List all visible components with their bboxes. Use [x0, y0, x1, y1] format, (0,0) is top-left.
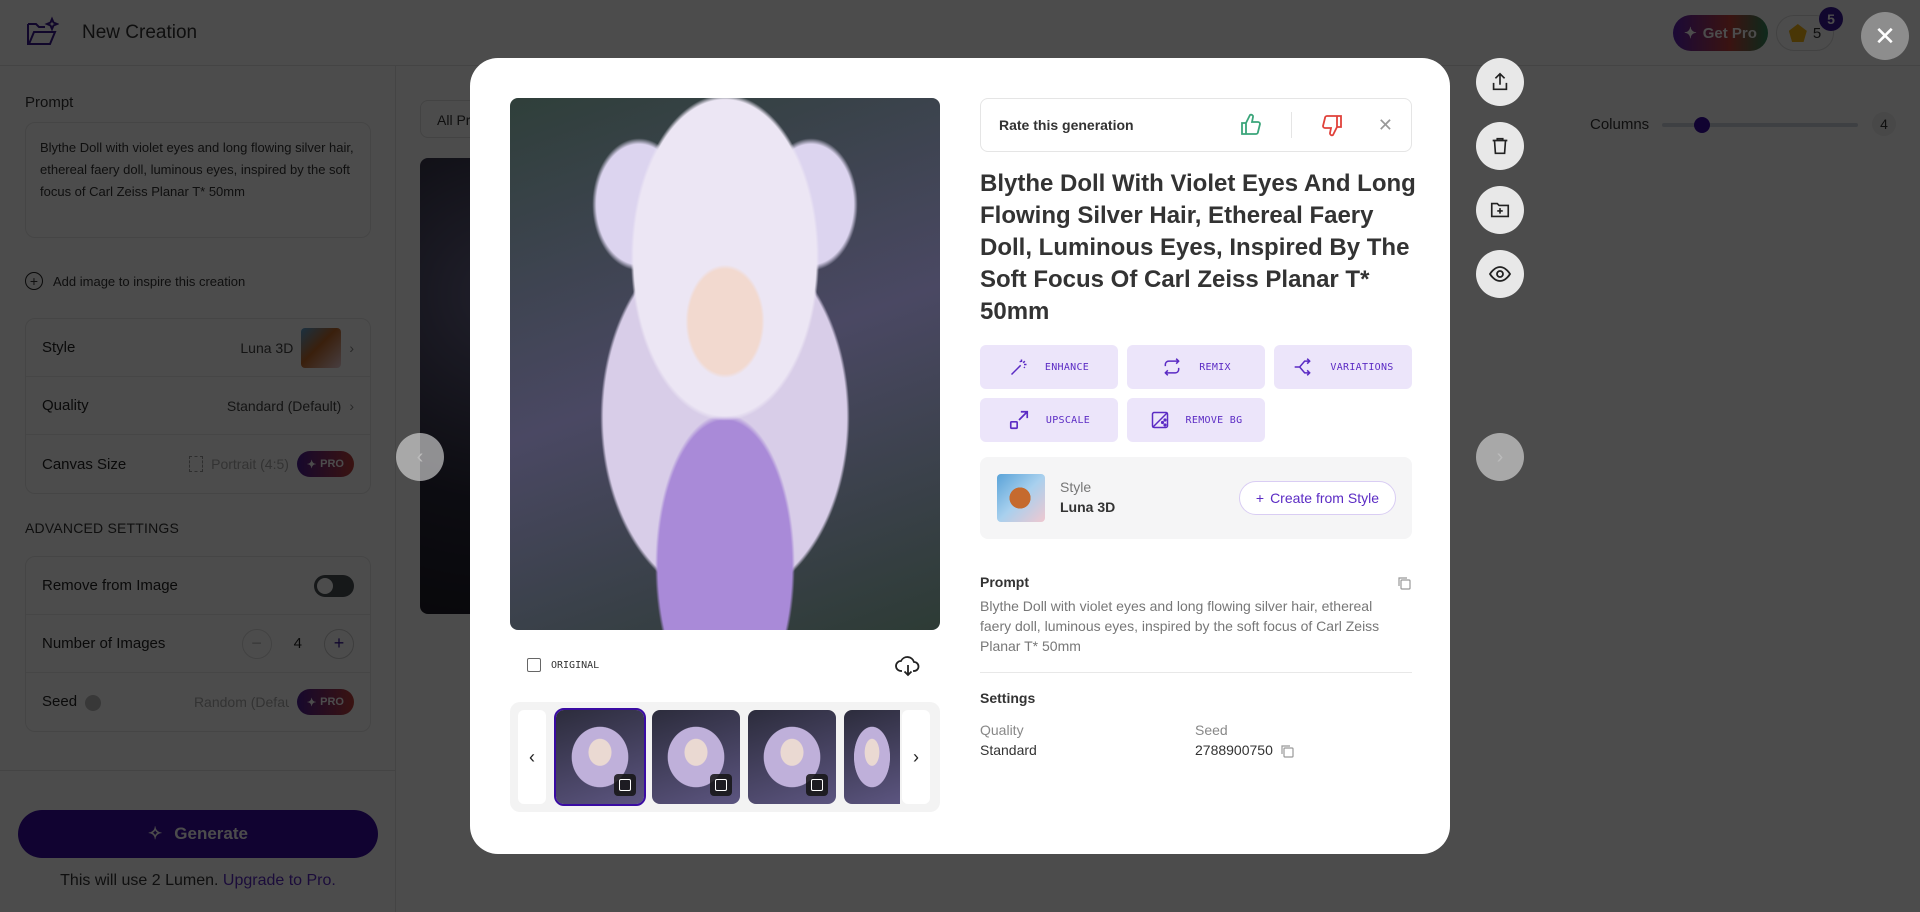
eye-icon [1488, 266, 1512, 282]
previous-image-button[interactable]: ‹ [396, 433, 444, 481]
action-buttons: ENHANCE REMIX VARIATIONS UPSCALE REMOVE … [980, 345, 1412, 442]
plus-icon: + [1255, 490, 1265, 506]
settings-heading: Settings [980, 690, 1036, 706]
close-icon: ✕ [1874, 20, 1896, 51]
style-card: Style Luna 3D + Create from Style [980, 457, 1412, 539]
close-icon: ✕ [1377, 114, 1393, 135]
chevron-left-icon: ‹ [529, 746, 535, 767]
share-icon [1492, 72, 1508, 91]
remove-bg-label: REMOVE BG [1185, 414, 1243, 426]
prompt-text: Blythe Doll with violet eyes and long fl… [980, 598, 1380, 654]
thumbs-down-button[interactable] [1312, 110, 1352, 140]
chevron-right-icon: › [1496, 445, 1504, 468]
share-button[interactable] [1476, 58, 1524, 106]
style-caption: Style [1060, 479, 1092, 495]
visibility-button[interactable] [1476, 250, 1524, 298]
delete-button[interactable] [1476, 122, 1524, 170]
remove-background-icon [1151, 411, 1168, 429]
quality-value: Standard [980, 742, 1037, 758]
original-toggle[interactable]: ORIGINAL [527, 658, 599, 672]
thumbnail-strip: ‹ › [510, 702, 940, 812]
create-from-style-button[interactable]: + Create from Style [1238, 481, 1396, 515]
prompt-heading: Prompt [980, 574, 1029, 590]
close-modal-button[interactable]: ✕ [1861, 12, 1909, 60]
folder-plus-icon [1490, 202, 1510, 218]
image-icon [527, 658, 541, 672]
rate-label: Rate this generation [999, 117, 1134, 133]
upscale-label: UPSCALE [1045, 414, 1091, 426]
generation-title: Blythe Doll With Violet Eyes And Long Fl… [980, 170, 1416, 325]
remix-button[interactable]: REMIX [1127, 345, 1265, 389]
image-detail-modal: ORIGINAL ‹ › Rate this generation ✕ Blyt… [470, 58, 1450, 854]
rating-panel: Rate this generation ✕ [980, 98, 1412, 152]
thumbs-up-button[interactable] [1231, 110, 1271, 140]
section-divider [980, 672, 1412, 673]
upscale-arrow-icon [1009, 410, 1028, 430]
thumbnails-prev-button[interactable]: ‹ [518, 710, 546, 804]
next-image-button[interactable]: › [1476, 433, 1524, 481]
quality-label: Quality [980, 722, 1024, 738]
copy-prompt-icon[interactable] [1397, 576, 1411, 590]
magic-wand-icon [1010, 359, 1027, 376]
rating-divider [1290, 112, 1292, 138]
remove-bg-button[interactable]: REMOVE BG [1127, 398, 1265, 442]
thumbnail-1[interactable] [554, 708, 646, 806]
create-from-style-label: Create from Style [1270, 490, 1379, 506]
cloud-download-icon [895, 656, 920, 677]
seed-label: Seed [1195, 722, 1228, 738]
trash-icon [1492, 137, 1508, 155]
chevron-right-icon: › [913, 746, 919, 767]
original-label: ORIGINAL [551, 659, 600, 671]
seed-value: 2788900750 [1195, 742, 1273, 758]
variations-label: VARIATIONS [1330, 361, 1394, 373]
main-generated-image[interactable] [510, 98, 940, 630]
split-arrows-icon [1295, 358, 1312, 376]
enhance-label: ENHANCE [1044, 361, 1090, 373]
image-badge-icon [806, 774, 828, 796]
style-thumbnail [997, 474, 1045, 522]
image-badge-icon [710, 774, 732, 796]
thumbnails-next-button[interactable]: › [902, 710, 930, 804]
thumbs-down-icon [1322, 115, 1342, 137]
chevron-left-icon: ‹ [416, 445, 424, 468]
upscale-button[interactable]: UPSCALE [980, 398, 1118, 442]
remix-label: REMIX [1199, 361, 1231, 373]
thumbnail-4[interactable] [844, 710, 900, 804]
thumbnail-2[interactable] [652, 710, 740, 804]
image-badge-icon [614, 774, 636, 796]
dismiss-rating-button[interactable]: ✕ [1378, 115, 1393, 136]
variations-button[interactable]: VARIATIONS [1274, 345, 1412, 389]
repeat-icon [1164, 358, 1180, 376]
style-name: Luna 3D [1060, 499, 1116, 515]
enhance-button[interactable]: ENHANCE [980, 345, 1118, 389]
thumbnail-3[interactable] [748, 710, 836, 804]
add-to-folder-button[interactable] [1476, 186, 1524, 234]
thumbs-up-icon [1241, 113, 1261, 135]
copy-seed-icon[interactable] [1280, 744, 1294, 758]
download-button[interactable] [894, 652, 922, 680]
